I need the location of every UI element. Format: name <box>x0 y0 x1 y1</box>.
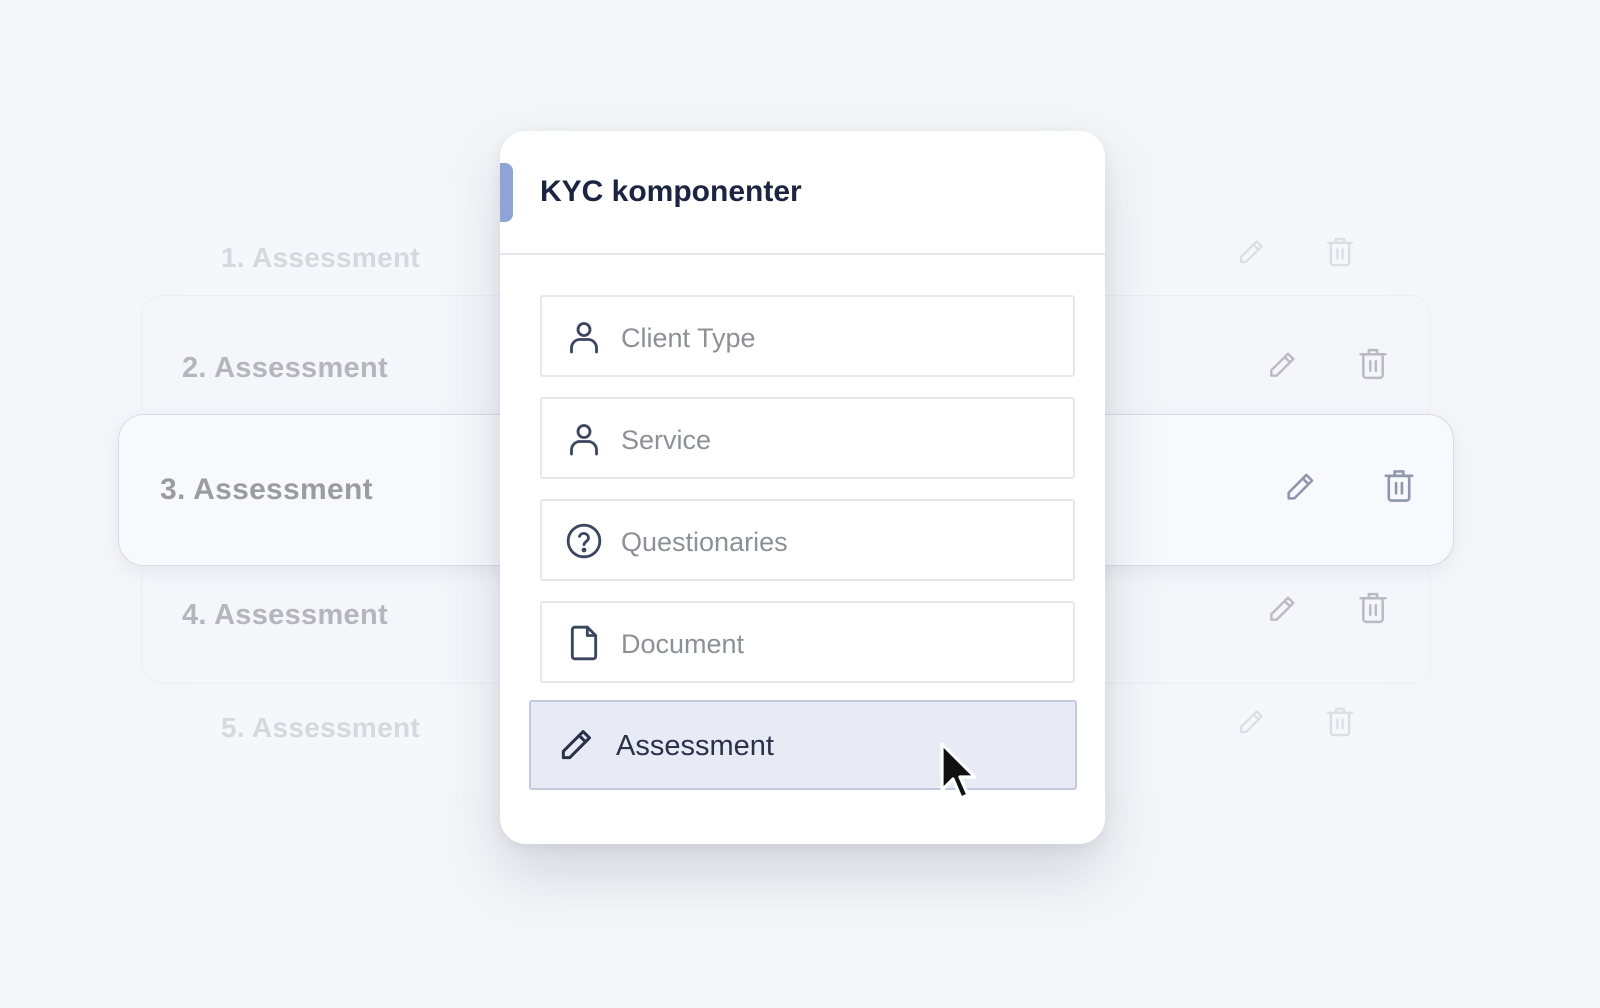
trash-icon[interactable] <box>1381 467 1417 505</box>
component-label: Assessment <box>616 730 774 762</box>
assessment-row-label: 2. Assessment <box>182 352 388 384</box>
panel-accent-bar <box>500 163 513 222</box>
user-icon <box>564 419 604 459</box>
component-label: Document <box>621 629 745 659</box>
user-icon <box>564 317 604 357</box>
pencil-icon[interactable] <box>1283 470 1317 504</box>
component-client-type[interactable]: Client Type <box>540 295 1075 377</box>
component-assessment[interactable]: Assessment <box>529 700 1077 790</box>
component-label: Client Type <box>621 323 756 353</box>
pencil-icon <box>557 726 597 766</box>
pencil-icon[interactable] <box>1266 593 1298 625</box>
component-label: Service <box>621 425 712 455</box>
component-label: Questionaries <box>621 527 788 557</box>
assessment-row-label: 3. Assessment <box>160 473 373 506</box>
trash-icon[interactable] <box>1324 235 1356 269</box>
trash-icon[interactable] <box>1356 590 1390 626</box>
panel-divider <box>500 253 1105 255</box>
panel-title: KYC komponenter <box>540 175 802 208</box>
component-document[interactable]: Document <box>540 601 1075 683</box>
assessment-row-label: 1. Assessment <box>221 242 420 273</box>
trash-icon[interactable] <box>1324 705 1356 739</box>
kyc-components-panel: KYC komponenter Client Type Service Ques… <box>500 131 1105 844</box>
mouse-pointer-icon <box>940 742 980 809</box>
document-icon <box>564 623 604 663</box>
component-service[interactable]: Service <box>540 397 1075 479</box>
pencil-icon[interactable] <box>1236 707 1266 737</box>
assessment-row-label: 4. Assessment <box>182 599 388 631</box>
question-circle-icon <box>564 521 604 561</box>
trash-icon[interactable] <box>1356 346 1390 382</box>
component-questionaries[interactable]: Questionaries <box>540 499 1075 581</box>
pencil-icon[interactable] <box>1266 349 1298 381</box>
assessment-row-label: 5. Assessment <box>221 712 420 743</box>
pencil-icon[interactable] <box>1236 237 1266 267</box>
